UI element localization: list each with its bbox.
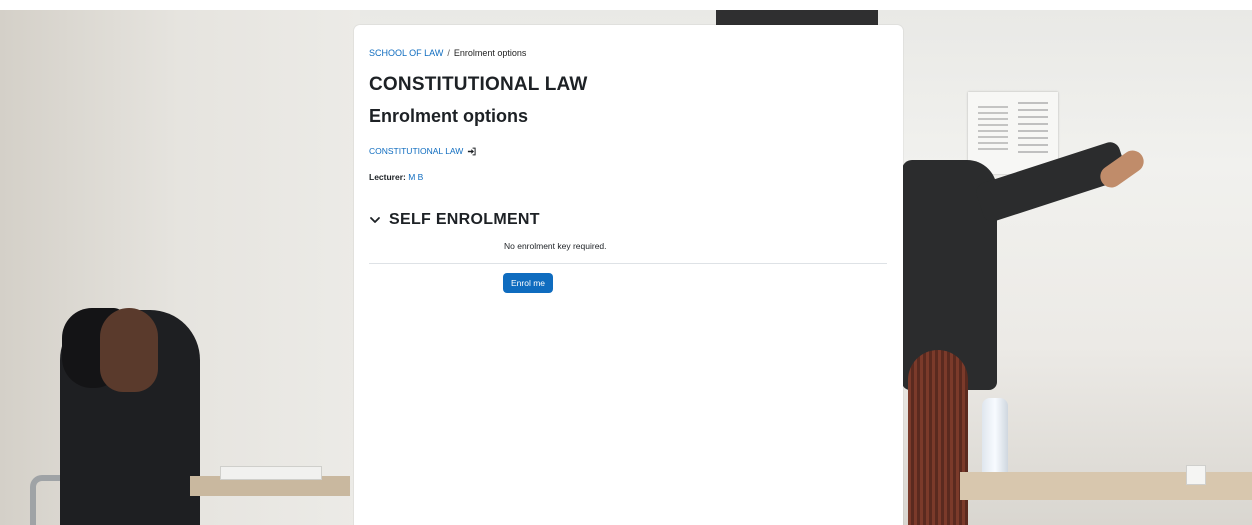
sign-in-icon: [468, 147, 476, 155]
self-enrolment-toggle[interactable]: SELF ENROLMENT: [369, 211, 540, 229]
background-outlet: [1186, 465, 1206, 485]
lecturer-name-link[interactable]: M B: [408, 172, 423, 182]
page: SCHOOL OF LAW / Enrolment options CONSTITU…: [0, 0, 1252, 525]
breadcrumb-current: Enrolment options: [453, 48, 527, 58]
breadcrumb-separator: /: [447, 48, 450, 58]
course-link[interactable]: CONSTITUTIONAL LAW: [369, 146, 476, 156]
lecturer-info: Lecturer: M B: [369, 172, 423, 182]
enrolment-key-note: No enrolment key required.: [504, 241, 607, 251]
background-student-right: [908, 350, 968, 525]
background-student-head: [100, 308, 158, 392]
background-desk-right: [960, 472, 1252, 500]
lecturer-label: Lecturer:: [369, 172, 406, 182]
course-title: CONSTITUTIONAL LAW: [369, 74, 588, 95]
enrol-me-button[interactable]: Enrol me: [503, 273, 554, 293]
page-title: Enrolment options: [369, 106, 528, 126]
enrolment-card: SCHOOL OF LAW / Enrolment options CONSTITU…: [354, 25, 903, 525]
background-book: [220, 466, 322, 480]
chevron-down-icon: [370, 217, 380, 223]
breadcrumb-school-link[interactable]: SCHOOL OF LAW: [369, 48, 443, 58]
background-poster: [968, 92, 1058, 174]
course-link-label: CONSTITUTIONAL LAW: [369, 146, 464, 156]
background-bottle: [982, 398, 1008, 480]
self-enrolment-heading: SELF ENROLMENT: [389, 211, 540, 228]
background-board: [716, 10, 878, 26]
breadcrumb: SCHOOL OF LAW / Enrolment options: [369, 48, 526, 58]
section-divider: [369, 263, 887, 264]
